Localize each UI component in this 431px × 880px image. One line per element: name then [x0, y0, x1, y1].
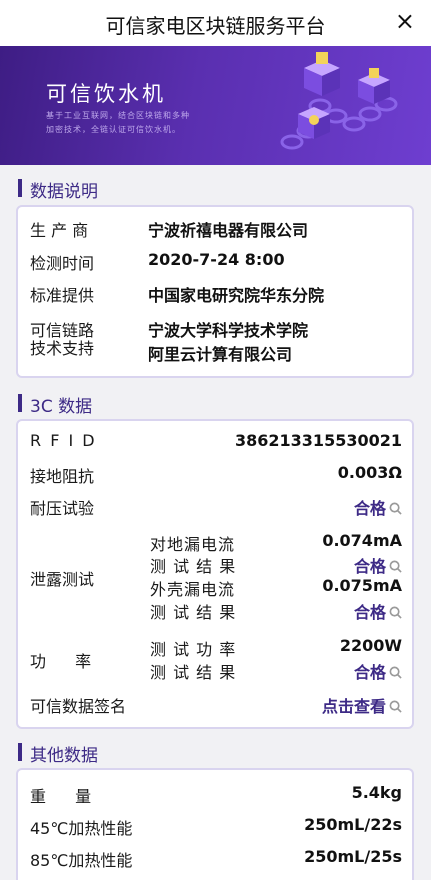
pass-text: 合格: [353, 603, 386, 622]
banner: 可信饮水机 基于工业互联网，结合区块链和多种加密技术，全链认证可信饮水机。: [0, 46, 431, 165]
heat85-label: 85℃加热性能: [30, 851, 133, 870]
leak-ground-result-label: 测 试 结 果: [150, 557, 237, 576]
search-icon: [389, 700, 402, 713]
section-title-text: 数据说明: [30, 182, 98, 202]
search-icon: [389, 560, 402, 573]
leak-shell-value: 0.075mA: [322, 576, 402, 595]
banner-description: 基于工业互联网，结合区块链和多种加密技术，全链认证可信饮水机。: [46, 111, 190, 134]
info-card: 生 产 商 宁波祈禧电器有限公司 检测时间 2020-7-24 8:00 标准提…: [16, 205, 414, 378]
leak-ground-value: 0.074mA: [322, 531, 402, 550]
view-signature-text: 点击查看: [321, 697, 386, 716]
leak-ground-label: 对地漏电流: [150, 535, 236, 554]
power-test-label: 测 试 功 率: [150, 640, 237, 659]
banner-title: 可信饮水机: [46, 82, 166, 106]
test-time-value: 2020-7-24 8:00: [148, 250, 285, 269]
leak-ground-result-link[interactable]: 合格: [354, 553, 402, 577]
support-value-line1: 宁波大学科学技术学院: [148, 321, 309, 340]
power-result-label: 测 试 结 果: [150, 663, 237, 682]
page-title: 可信家电区块链服务平台: [105, 14, 326, 38]
close-icon[interactable]: ×: [395, 9, 415, 33]
blockchain-illustration: [280, 52, 398, 150]
manufacturer-value: 宁波祈禧电器有限公司: [148, 221, 309, 240]
leak-test-label: 泄露测试: [30, 570, 95, 589]
search-icon: [389, 606, 402, 619]
pass-text: 合格: [353, 557, 386, 576]
weight-label: 重 量: [30, 787, 104, 806]
rfid-value: 386213315530021: [235, 431, 402, 450]
pass-text: 合格: [353, 663, 386, 682]
ground-impedance-label: 接地阻抗: [30, 467, 95, 486]
section-marker: [18, 743, 22, 761]
voltage-test-result-link[interactable]: 合格: [354, 495, 402, 519]
test-time-label: 检测时间: [30, 254, 95, 273]
power-result-link[interactable]: 合格: [354, 659, 402, 683]
cc-data-card: R F I D 386213315530021 接地阻抗 0.003Ω 耐压试验…: [16, 419, 414, 729]
support-value-line2: 阿里云计算有限公司: [148, 345, 293, 364]
search-icon: [389, 502, 402, 515]
support-label-line2: 技术支持: [30, 339, 95, 358]
leak-shell-result-link[interactable]: 合格: [354, 599, 402, 623]
section-marker: [18, 394, 22, 412]
search-icon: [389, 666, 402, 679]
section-marker: [18, 179, 22, 197]
voltage-test-label: 耐压试验: [30, 499, 95, 518]
standard-value: 中国家电研究院华东分院: [148, 286, 325, 305]
pass-text: 合格: [353, 499, 386, 518]
heat45-label: 45℃加热性能: [30, 819, 133, 838]
ground-impedance-value: 0.003Ω: [337, 463, 402, 482]
power-label: 功 率: [30, 652, 104, 671]
other-data-card: 重 量 5.4kg 45℃加热性能 250mL/22s 85℃加热性能 250m…: [16, 768, 414, 880]
data-signature-label: 可信数据签名: [30, 697, 127, 716]
weight-value: 5.4kg: [351, 783, 402, 802]
section-title-text: 3C 数据: [30, 397, 93, 417]
top-bar: 可信家电区块链服务平台 ×: [0, 0, 431, 46]
heat85-value: 250mL/25s: [304, 847, 402, 866]
heat45-value: 250mL/22s: [304, 815, 402, 834]
view-signature-link[interactable]: 点击查看: [322, 693, 402, 717]
standard-label: 标准提供: [30, 286, 95, 305]
leak-shell-result-label: 测 试 结 果: [150, 603, 237, 622]
leak-shell-label: 外壳漏电流: [150, 580, 236, 599]
manufacturer-label: 生 产 商: [30, 221, 89, 240]
rfid-label: R F I D: [30, 431, 97, 450]
power-value: 2200W: [339, 636, 402, 655]
section-title-text: 其他数据: [30, 746, 98, 766]
